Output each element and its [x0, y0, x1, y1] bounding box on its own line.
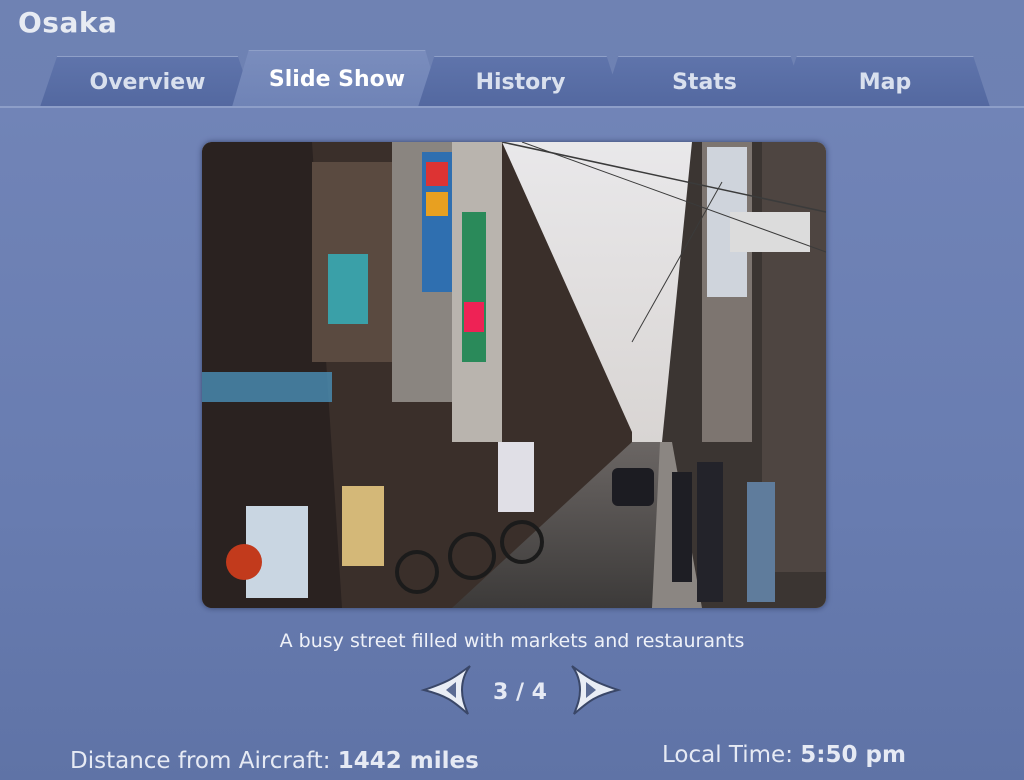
distance-readout: Distance from Aircraft: 1442 miles: [70, 748, 479, 774]
tab-bar: Overview Slide Show History Stats Map: [0, 50, 1024, 108]
tab-history[interactable]: History: [418, 56, 623, 107]
slide-caption: A busy street filled with markets and re…: [279, 630, 745, 652]
tab-stats[interactable]: Stats: [602, 56, 807, 107]
window-title: Osaka: [18, 6, 118, 39]
tab-slide-show[interactable]: Slide Show: [232, 50, 442, 107]
local-time-value: 5:50 pm: [800, 742, 906, 768]
local-time-label: Local Time:: [662, 742, 793, 768]
slide-counter: 3 / 4: [493, 680, 547, 705]
street-scene-image: [202, 142, 826, 608]
previous-slide-button[interactable]: [418, 660, 476, 718]
next-slide-button[interactable]: [566, 660, 624, 718]
distance-label: Distance from Aircraft:: [70, 748, 331, 774]
slide-photo: [202, 142, 826, 608]
arrow-right-icon: [571, 665, 622, 715]
distance-value: 1442 miles: [337, 748, 479, 774]
arrow-left-icon: [420, 665, 471, 715]
tab-overview[interactable]: Overview: [40, 56, 255, 107]
tab-map[interactable]: Map: [780, 56, 990, 107]
local-time-readout: Local Time: 5:50 pm: [662, 742, 906, 768]
